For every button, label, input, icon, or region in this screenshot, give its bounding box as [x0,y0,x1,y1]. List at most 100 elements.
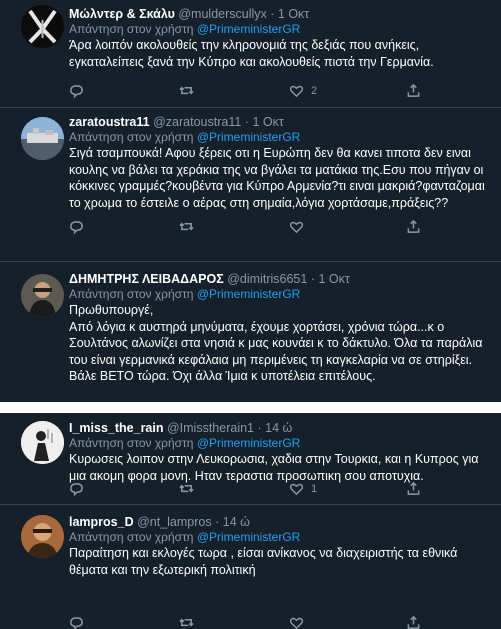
like-icon [289,483,304,496]
retweet-icon [179,484,194,493]
person-photo-icon [21,515,64,558]
tweet[interactable]: Μώλντερ & Σκάλυ @mulderscullyx · 1 Οκτ Α… [0,0,501,108]
retweet-icon [179,618,194,627]
share-button[interactable] [406,83,421,98]
tweet-header: lampros_D @nt_lampros · 14 ώ [69,515,489,530]
like-button[interactable] [289,219,304,234]
tweet-actions [69,219,429,235]
like-icon [289,221,304,234]
user-handle[interactable]: @dimitris6651 [227,272,307,286]
reply-button[interactable] [69,219,84,234]
mention-link[interactable]: @PrimeministerGR [197,436,301,450]
tweet-header: ΔΗΜΗΤΡΗΣ ΛΕΙΒΑΔΑΡΟΣ @dimitris6651 · 1 Οκ… [69,272,489,287]
reply-to-label: Απάντηση στον χρήστη [69,436,194,450]
like-icon [289,617,304,629]
tweet[interactable]: zaratoustra11 @zaratoustra11 · 1 Οκτ Απά… [0,108,501,262]
share-button[interactable] [406,481,421,496]
tweet-header: zaratoustra11 @zaratoustra11 · 1 Οκτ [69,115,489,130]
separator-dot: · [257,421,262,435]
retweet-icon [179,86,194,95]
like-button[interactable] [289,615,304,629]
timestamp[interactable]: 14 ώ [223,515,250,529]
reply-to-label: Απάντηση στον χρήστη [69,22,194,36]
user-handle[interactable]: @Imisstherain1 [167,421,254,435]
separator-dot: · [215,515,220,529]
tweet[interactable]: lampros_D @nt_lampros · 14 ώ Απάντηση στ… [0,505,501,629]
reply-icon [70,483,83,496]
mention-link[interactable]: @PrimeministerGR [197,130,301,144]
share-icon [407,615,420,629]
retweet-button[interactable] [179,219,194,234]
reply-button[interactable] [69,83,84,98]
mention-link[interactable]: @PrimeministerGR [197,530,301,544]
user-handle[interactable]: @mulderscullyx [178,7,266,21]
reply-button[interactable] [69,481,84,496]
reply-icon [70,617,83,629]
rain-figure-icon [21,421,64,464]
tweet-replies-panel-top: Μώλντερ & Σκάλυ @mulderscullyx · 1 Οκτ Α… [0,0,501,402]
reply-icon [70,221,83,234]
retweet-icon [179,222,194,231]
avatar[interactable] [21,5,64,48]
retweet-button[interactable] [179,615,194,629]
timestamp[interactable]: 14 ώ [265,421,292,435]
timestamp[interactable]: 1 Οκτ [252,115,283,129]
reply-to-label: Απάντηση στον χρήστη [69,130,194,144]
display-name[interactable]: lampros_D [69,515,134,529]
tweet-text-line: Από λόγια κ αυστηρά μηνύματα, έχουμε χορ… [69,319,483,384]
reply-button[interactable] [69,615,84,629]
like-icon [289,85,304,98]
like-button[interactable]: 2 [289,83,317,98]
tweet[interactable]: I_miss_the_rain @Imisstherain1 · 14 ώ Απ… [0,413,501,505]
mention-link[interactable]: @PrimeministerGR [197,22,301,36]
avatar[interactable] [21,117,64,160]
user-handle[interactable]: @nt_lampros [137,515,212,529]
share-button[interactable] [406,615,421,629]
display-name[interactable]: ΔΗΜΗΤΡΗΣ ΛΕΙΒΑΔΑΡΟΣ [69,272,224,286]
tweet-actions: 1 [69,481,429,497]
retweet-button[interactable] [179,83,194,98]
reply-to-label: Απάντηση στον χρήστη [69,530,194,544]
share-button[interactable] [406,219,421,234]
reply-to-line: Απάντηση στον χρήστη @PrimeministerGR [69,530,489,545]
like-button[interactable]: 1 [289,481,317,496]
reply-to-line: Απάντηση στον χρήστη @PrimeministerGR [69,22,489,37]
reply-to-line: Απάντηση στον χρήστη @PrimeministerGR [69,436,489,451]
share-icon [407,481,420,495]
tweet-text-line: Πρωθυπουργέ, [69,303,154,317]
reply-to-line: Απάντηση στον χρήστη @PrimeministerGR [69,130,489,145]
tweet-text: Κυρωσεις λοιπον στην Λευκορωσια, χαδια σ… [69,452,479,483]
person-photo-icon [21,274,64,317]
reply-to-line: Απάντηση στον χρήστη @PrimeministerGR [69,287,489,302]
like-count: 1 [311,482,318,495]
reply-to-label: Απάντηση στον χρήστη [69,287,194,301]
share-icon [407,83,420,97]
tweet-text: Άρα λοιπόν ακολουθείς την κληρονομιά της… [69,38,434,69]
separator-dot: · [244,115,249,129]
timestamp[interactable]: 1 Οκτ [278,7,309,21]
reply-icon [70,85,83,98]
display-name[interactable]: Μώλντερ & Σκάλυ [69,7,175,21]
tweet-header: I_miss_the_rain @Imisstherain1 · 14 ώ [69,421,489,436]
landscape-photo-icon [21,117,64,160]
like-count: 2 [311,84,318,97]
timestamp[interactable]: 1 Οκτ [318,272,349,286]
display-name[interactable]: I_miss_the_rain [69,421,164,435]
tweet[interactable]: ΔΗΜΗΤΡΗΣ ΛΕΙΒΑΔΑΡΟΣ @dimitris6651 · 1 Οκ… [0,262,501,402]
tweet-replies-panel-bottom: I_miss_the_rain @Imisstherain1 · 14 ώ Απ… [0,413,501,629]
tweet-text: Σιγά τσαμπουκά! Αφου ξέρεις οτι η Ευρώπη… [69,146,485,210]
tweet-actions: 2 [69,83,429,99]
avatar[interactable] [21,515,64,558]
mention-link[interactable]: @PrimeministerGR [197,287,301,301]
share-icon [407,219,420,233]
display-name[interactable]: zaratoustra11 [69,115,150,129]
tweet-header: Μώλντερ & Σκάλυ @mulderscullyx · 1 Οκτ [69,7,489,22]
avatar[interactable] [21,421,64,464]
tweet-text: Παραίτηση και εκλογές τωρα , είσαι ανίκα… [69,546,458,577]
retweet-button[interactable] [179,481,194,496]
tweet-actions [69,615,429,629]
separator-dot: · [310,272,315,286]
separator-dot: · [270,7,275,21]
user-handle[interactable]: @zaratoustra11 [153,115,241,129]
avatar[interactable] [21,274,64,317]
